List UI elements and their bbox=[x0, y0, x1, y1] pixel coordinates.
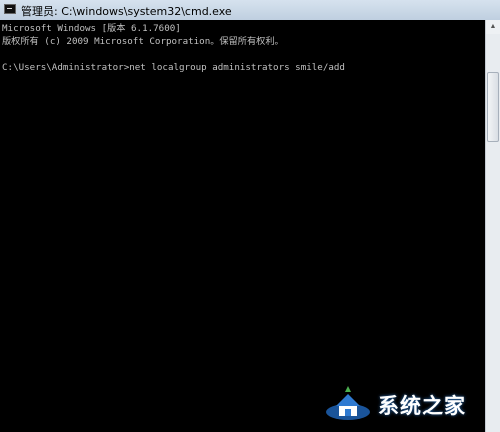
cmd-window: 管理员: C:\windows\system32\cmd.exe Microso… bbox=[0, 0, 500, 432]
window-title: 管理员: C:\windows\system32\cmd.exe bbox=[21, 5, 232, 18]
house-logo-icon bbox=[326, 386, 370, 420]
console-line: 版权所有 (c) 2009 Microsoft Corporation。保留所有… bbox=[2, 36, 284, 47]
watermark-text: 系统之家 bbox=[378, 394, 466, 418]
title-bar[interactable]: 管理员: C:\windows\system32\cmd.exe bbox=[0, 0, 500, 20]
vertical-scrollbar[interactable]: ▲ bbox=[485, 20, 500, 432]
console-output: Microsoft Windows [版本 6.1.7600] 版权所有 (c)… bbox=[0, 20, 485, 76]
cmd-icon[interactable] bbox=[4, 4, 16, 14]
scroll-thumb[interactable] bbox=[487, 72, 499, 142]
console-line: Microsoft Windows [版本 6.1.7600] bbox=[2, 23, 181, 34]
watermark: 系统之家 bbox=[324, 378, 496, 428]
scroll-up-arrow[interactable]: ▲ bbox=[486, 20, 500, 34]
console-area[interactable]: Microsoft Windows [版本 6.1.7600] 版权所有 (c)… bbox=[0, 20, 485, 432]
console-line: C:\Users\Administrator>net localgroup ad… bbox=[2, 62, 345, 73]
